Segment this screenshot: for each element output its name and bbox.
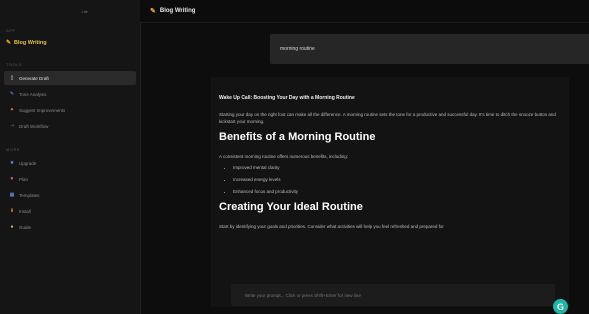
document-icon: ▯ — [10, 75, 14, 81]
list-item: Increased energy levels — [233, 177, 563, 182]
main-content: morning routine Wake Up Call: Boosting Y… — [140, 23, 589, 314]
sidebar-item-label: Upgrade — [19, 160, 37, 166]
doc-creating-paragraph: Start by identifying your goals and prio… — [219, 224, 444, 229]
sidebar-top-label: Lite — [81, 8, 88, 14]
sidebar-item-draft-workflow[interactable]: ⇢ Draft Workflow — [4, 119, 136, 133]
sidebar-section-app: APP — [6, 28, 16, 33]
doc-heading-benefits: Benefits of a Morning Routine — [219, 131, 376, 143]
grid-icon: ▦ — [9, 192, 15, 198]
top-bar: ✎ Blog Writing — [140, 0, 589, 23]
download-icon: ⬇ — [9, 208, 15, 214]
sidebar-item-label: Install — [19, 208, 31, 214]
sparkle-icon: ✦ — [9, 107, 15, 113]
list-item: Enhanced focus and productivity — [233, 189, 563, 194]
sidebar-item-upgrade[interactable]: ★ Upgrade — [4, 156, 136, 170]
generated-document: Wake Up Call: Boosting Your Day with a M… — [211, 77, 569, 307]
sidebar-item-label: Generate Draft — [19, 75, 49, 81]
doc-benefits-intro: A consistent morning routine offers nume… — [219, 154, 348, 159]
page-title: Blog Writing — [159, 8, 196, 14]
sidebar-item-label: Plan — [19, 176, 29, 182]
sidebar-item-suggest-improvements[interactable]: ✦ Suggest Improvements — [4, 103, 136, 117]
sidebar-item-generate-draft[interactable]: ▯ Generate Draft — [4, 71, 136, 85]
sidebar-item-label: Guide — [19, 224, 32, 230]
sidebar-item-label: Draft Workflow — [19, 123, 49, 129]
sidebar-item-tone-analysis[interactable]: ✎ Tone Analysis — [4, 87, 136, 101]
chat-input[interactable]: Write your prompt... Click or press Shif… — [231, 284, 555, 306]
sidebar-item-plan[interactable]: ♥ Plan — [4, 172, 136, 186]
sidebar-item-guide[interactable]: ● Guide — [4, 220, 136, 234]
pencil-icon: ✎ — [6, 40, 12, 46]
sidebar-brand-label: Blog Writing — [14, 39, 47, 46]
assistant-button[interactable]: G — [553, 299, 568, 314]
sidebar-item-install[interactable]: ⬇ Install — [4, 204, 136, 218]
sidebar-item-label: Tone Analysis — [19, 91, 47, 97]
sidebar-item-label: Templates — [19, 192, 40, 198]
sidebar: Lite APP ✎ Blog Writing TOOLS ▯ Generate… — [0, 0, 141, 314]
doc-title: Wake Up Call: Boosting Your Day with a M… — [219, 95, 355, 101]
topic-input[interactable]: morning routine — [270, 34, 589, 64]
doc-heading-creating: Creating Your Ideal Routine — [219, 201, 363, 213]
doc-intro: Starting your day on the right foot can … — [219, 112, 556, 124]
info-icon: ● — [10, 224, 14, 230]
sidebar-item-label: Suggest Improvements — [19, 107, 66, 113]
sidebar-section-tools: TOOLS — [6, 62, 22, 67]
heart-icon: ♥ — [10, 176, 14, 182]
flow-icon: ⇢ — [9, 123, 15, 129]
list-item: Improved mental clarity — [233, 165, 563, 170]
doc-benefits-list: Improved mental clarity Increased energy… — [219, 165, 563, 194]
star-icon: ★ — [9, 160, 15, 166]
sidebar-item-templates[interactable]: ▦ Templates — [4, 188, 136, 202]
pencil-icon: ✎ — [150, 8, 156, 15]
sidebar-brand[interactable]: ✎ Blog Writing — [0, 35, 140, 50]
sidebar-section-more: MORE — [6, 147, 20, 152]
pencil-icon: ✎ — [9, 91, 15, 97]
